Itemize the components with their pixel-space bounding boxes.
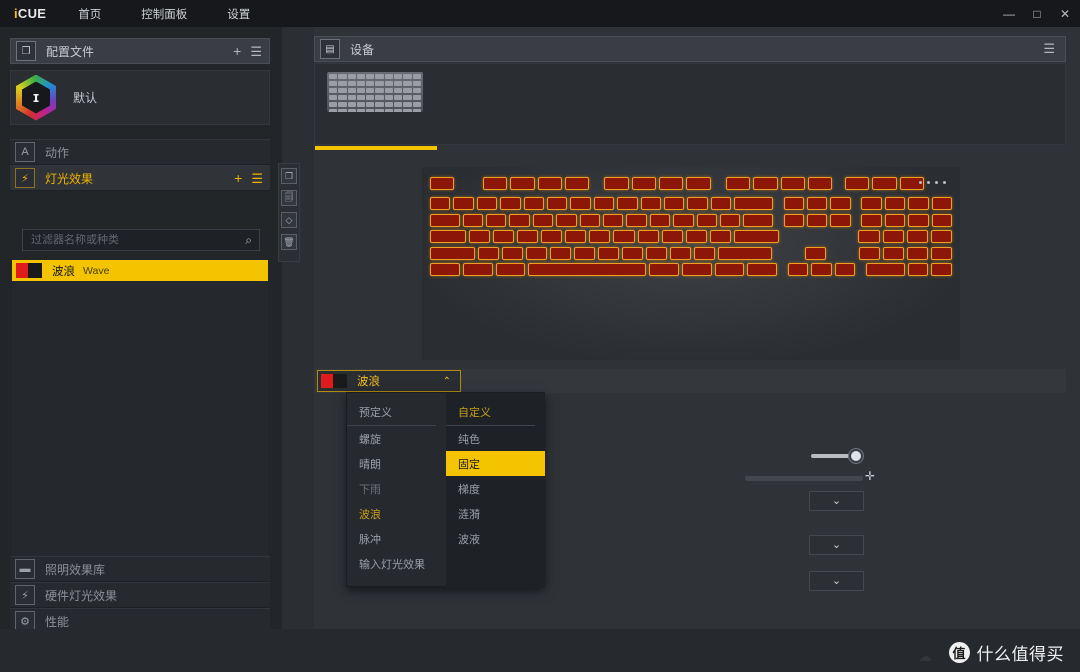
sidebar-item-lighting-library-label: 照明效果库 <box>45 562 106 577</box>
performance-icon: ⚙ <box>15 611 35 631</box>
effect-name: 波浪 <box>52 265 75 278</box>
speed-slider[interactable] <box>811 449 863 463</box>
menu-item-ripple[interactable]: 涟漪 <box>446 501 545 526</box>
search-icon[interactable]: ⌕ <box>245 233 252 248</box>
effect-type-popup-menu: 预定义 螺旋 晴朗 下雨 波浪 脉冲 输入灯光效果 自定义 纯色 固定 梯度 涟… <box>346 392 545 588</box>
effect-tools-strip: ❐ 🗐 ◇ 🗑 <box>278 163 300 262</box>
watermark: 值 什么值得买 <box>948 640 1065 665</box>
effect-search-box[interactable]: ⌕ <box>22 229 260 251</box>
sidebar-item-hardware-lighting[interactable]: ⚡ 硬件灯光效果 <box>10 582 270 608</box>
effect-list-item-wave[interactable]: 波浪 Wave <box>12 260 268 281</box>
sidebar-item-hardware-lighting-label: 硬件灯光效果 <box>45 588 118 603</box>
main-menu: 首页 控制面板 设置 <box>78 6 250 22</box>
chevron-down-icon: ⌄ <box>831 538 842 551</box>
menu-item-pulse[interactable]: 脉冲 <box>347 526 446 551</box>
link-icon[interactable]: ◇ <box>281 212 297 228</box>
menu-item-wave[interactable]: 波浪 <box>347 501 446 526</box>
paste-icon[interactable]: 🗐 <box>281 190 297 206</box>
device-panel-header: ▤ 设备 ☰ <box>314 36 1066 62</box>
keyboard-thumbnail[interactable] <box>327 72 423 112</box>
delete-icon[interactable]: 🗑 <box>281 234 297 250</box>
device-panel-title: 设备 <box>350 42 375 57</box>
keyboard-render <box>422 167 960 360</box>
sidebar-item-lighting-effects[interactable]: ⚡ 灯光效果 + ☰ <box>10 165 270 191</box>
custom-header: 自定义 <box>446 393 535 426</box>
chevron-down-icon: ⌄ <box>831 494 842 507</box>
select-3[interactable]: ⌄ <box>809 571 864 591</box>
search-input[interactable] <box>31 234 246 246</box>
select-1[interactable]: ⌄ <box>809 491 864 511</box>
menu-item-gradient[interactable]: 梯度 <box>446 476 545 501</box>
actions-icon: A <box>15 142 35 162</box>
library-icon: ▬ <box>15 559 35 579</box>
menu-item-static[interactable]: 固定 <box>446 451 545 476</box>
keyboard-indicator-leds <box>919 181 946 184</box>
move-cursor-icon: ✛ <box>864 469 876 483</box>
main-content: ▤ 设备 ☰ 波浪 ⌃ ✛ ⌄ ⌄ ⌄ 预定义 螺旋 晴朗 下雨 波浪 脉冲 输… <box>314 27 1080 672</box>
predefined-header: 预定义 <box>347 393 436 426</box>
effects-list-background <box>12 281 268 581</box>
sidebar-item-lighting-library[interactable]: ▬ 照明效果库 <box>10 556 270 582</box>
menu-item-wave-custom[interactable]: 波液 <box>446 526 545 551</box>
app-logo: iCUE <box>14 6 46 21</box>
slider-knob[interactable] <box>849 449 863 463</box>
device-selected-underline <box>315 146 437 150</box>
keyboard-icon: ▤ <box>320 39 340 59</box>
menu-item-solid[interactable]: 纯色 <box>446 426 545 451</box>
effect-color-swatch <box>16 263 42 278</box>
lighting-actions: + ☰ <box>234 171 263 185</box>
title-bar: iCUE 首页 控制面板 设置 — □ ✕ <box>0 0 1080 27</box>
sidebar-item-actions-label: 动作 <box>45 145 70 160</box>
add-effect-button[interactable]: + <box>234 171 242 185</box>
effect-type-dropdown[interactable]: 波浪 ⌃ <box>317 370 461 392</box>
icue-window: iCUE 首页 控制面板 设置 — □ ✕ ❐ 配置文件 + ☰ ɪ 默认 A … <box>0 0 1080 672</box>
maximize-icon[interactable]: □ <box>1030 8 1044 20</box>
menu-dashboard[interactable]: 控制面板 <box>141 6 187 22</box>
menu-settings[interactable]: 设置 <box>227 6 250 22</box>
menu-item-rain[interactable]: 下雨 <box>347 476 446 501</box>
lighting-bolt-icon: ⚡ <box>15 168 35 188</box>
effect-subname: Wave <box>83 264 110 277</box>
effect-dropdown-swatch <box>321 374 347 388</box>
chevron-up-icon[interactable]: ⌃ <box>443 376 451 387</box>
keyboard-preview[interactable] <box>422 167 960 360</box>
menu-item-type-lighting[interactable]: 输入灯光效果 <box>347 551 446 576</box>
left-sidebar: ❐ 配置文件 + ☰ ɪ 默认 A 动作 ⚡ 灯光效果 + ☰ 过滤器名称或种类… <box>0 27 282 672</box>
custom-column: 自定义 纯色 固定 梯度 涟漪 波液 <box>446 393 545 588</box>
secondary-slider-track[interactable] <box>745 476 863 481</box>
watermark-logo: 值 <box>948 642 970 663</box>
sidebar-item-lighting-effects-label: 灯光效果 <box>45 171 94 186</box>
menu-item-spiral[interactable]: 螺旋 <box>347 426 446 451</box>
logo-rest: CUE <box>17 6 47 21</box>
effects-menu-button[interactable]: ☰ <box>251 172 263 185</box>
effect-dropdown-label: 波浪 <box>357 376 380 388</box>
device-menu-button[interactable]: ☰ <box>1043 41 1055 57</box>
minimize-icon[interactable]: — <box>1002 8 1016 20</box>
window-controls: — □ ✕ <box>1002 0 1072 27</box>
chevron-down-icon: ⌄ <box>831 574 842 587</box>
sidebar-item-performance-label: 性能 <box>45 614 70 629</box>
menu-home[interactable]: 首页 <box>78 6 101 22</box>
device-selector-strip <box>314 63 1066 150</box>
sidebar-bottom-nav: ▬ 照明效果库 ⚡ 硬件灯光效果 ⚙ 性能 <box>10 27 270 634</box>
hardware-bolt-icon: ⚡ <box>15 585 35 605</box>
sidebar-item-actions[interactable]: A 动作 <box>10 139 270 165</box>
select-2[interactable]: ⌄ <box>809 535 864 555</box>
copy-icon[interactable]: ❐ <box>281 168 297 184</box>
watermark-text: 什么值得买 <box>976 645 1064 664</box>
predefined-column: 预定义 螺旋 晴朗 下雨 波浪 脉冲 输入灯光效果 <box>347 393 446 576</box>
watermark-ghost-icon: ☁ <box>918 648 932 664</box>
close-icon[interactable]: ✕ <box>1058 8 1072 20</box>
menu-item-clear[interactable]: 晴朗 <box>347 451 446 476</box>
